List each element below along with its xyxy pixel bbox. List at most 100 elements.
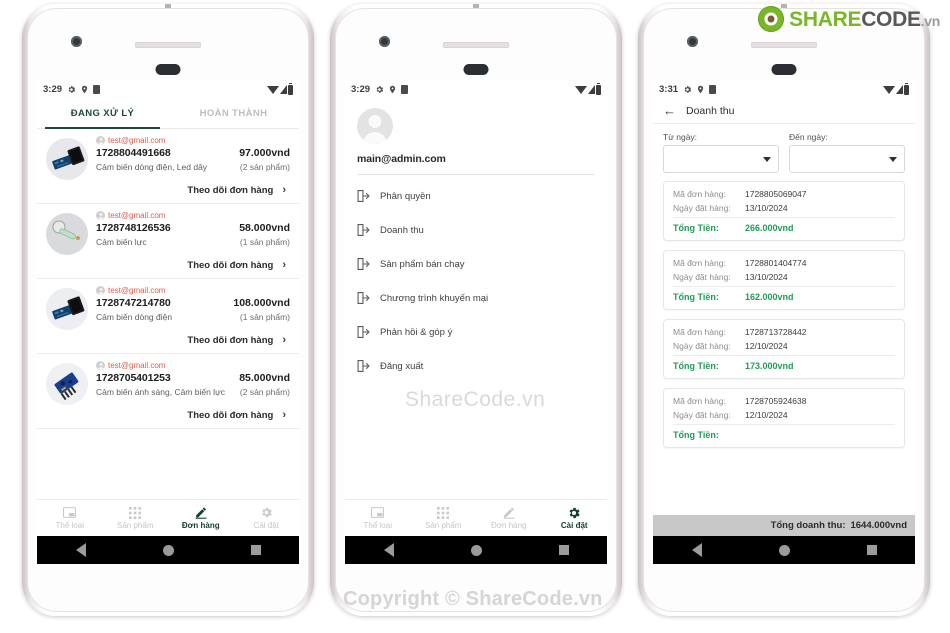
- order-card-top: test@gmail.com 1728804491668 97.000vnd C…: [46, 136, 290, 180]
- gear-icon: [260, 506, 273, 519]
- android-back-button[interactable]: [75, 543, 86, 557]
- order-card-body: test@gmail.com 1728804491668 97.000vnd C…: [96, 136, 290, 172]
- order-quantity: (1 sản phẩm): [239, 237, 290, 247]
- status-bar-time: 3:29: [43, 84, 63, 95]
- location-icon: [389, 85, 396, 94]
- menu-item-label: Đăng xuất: [380, 360, 424, 372]
- bottom-nav-the-loai[interactable]: Thể loại: [37, 500, 103, 536]
- android-navigation-bar: [37, 536, 299, 564]
- sim-icon: [401, 85, 409, 94]
- bottom-nav-label: Đơn hàng: [181, 521, 220, 530]
- screen-settings: 3:29 main@admin.com Phân quyền Doanh thu…: [345, 81, 607, 536]
- revenue-card[interactable]: Mã đơn hàng: 1728713728442 Ngày đặt hàng…: [663, 319, 905, 379]
- total-label: Tổng Tiền:: [673, 430, 719, 440]
- android-back-button[interactable]: [383, 543, 394, 557]
- menu-item-san-pham-ban-chay[interactable]: Sản phẩm bán chạy: [357, 247, 595, 281]
- track-order-button[interactable]: Theo dõi đơn hàng ›: [46, 405, 290, 424]
- sensor-oval: [771, 64, 797, 75]
- account-header: main@admin.com: [345, 98, 607, 175]
- bottom-nav-the-loai[interactable]: Thể loại: [345, 500, 411, 536]
- order-desc-qty-row: Cảm biến ánh sáng, Cảm biến lực (2 sản p…: [96, 387, 290, 397]
- track-order-button[interactable]: Theo dõi đơn hàng ›: [46, 180, 290, 199]
- total-label: Tổng Tiền:: [673, 223, 719, 233]
- to-date-select[interactable]: [789, 145, 905, 173]
- order-description: Cảm biến lực: [96, 237, 147, 247]
- email-text: test@gmail.com: [108, 361, 166, 370]
- track-order-button[interactable]: Theo dõi đơn hàng ›: [46, 330, 290, 349]
- track-order-button[interactable]: Theo dõi đơn hàng ›: [46, 255, 290, 274]
- order-quantity: (2 sản phẩm): [239, 162, 290, 172]
- status-bar: 3:29: [345, 81, 607, 98]
- order-price: 85.000vnd: [239, 372, 290, 384]
- revenue-order-date-row: Ngày đặt hàng: 13/10/2024: [673, 272, 895, 282]
- bottom-nav-san-pham[interactable]: Sản phẩm: [103, 500, 169, 536]
- android-recents-button[interactable]: [250, 545, 261, 555]
- bottom-nav-don-hang[interactable]: Đơn hàng: [168, 500, 234, 536]
- order-card-top: test@gmail.com 1728747214780 108.000vnd …: [46, 286, 290, 330]
- order-price: 97.000vnd: [239, 147, 290, 159]
- phone-body: 3:29 main@admin.com Phân quyền Doanh thu…: [335, 8, 617, 612]
- order-card[interactable]: test@gmail.com 1728705401253 85.000vnd C…: [37, 354, 299, 429]
- menu-item-dang-xuat[interactable]: Đăng xuất: [357, 349, 595, 383]
- signal-icon: [896, 85, 903, 94]
- revenue-order-id-row: Mã đơn hàng: 1728713728442: [673, 327, 895, 337]
- screen-orders: 3:29 ĐANG XỬ LÝ HOÀN THÀNH test@gmail.co…: [37, 81, 299, 536]
- order-customer-email: test@gmail.com: [96, 361, 290, 370]
- bottom-nav-label: Thể loại: [55, 521, 84, 530]
- order-list[interactable]: test@gmail.com 1728804491668 97.000vnd C…: [37, 129, 299, 517]
- tab-dang-xu-ly[interactable]: ĐANG XỬ LÝ: [37, 98, 168, 129]
- grid-icon: [129, 506, 142, 519]
- order-card-top: test@gmail.com 1728705401253 85.000vnd C…: [46, 361, 290, 405]
- revenue-card[interactable]: Mã đơn hàng: 1728705924638 Ngày đặt hàng…: [663, 388, 905, 448]
- android-home-button[interactable]: [778, 544, 790, 556]
- bottom-nav-don-hang[interactable]: Đơn hàng: [476, 500, 542, 536]
- exit-arrow-icon: [357, 190, 370, 202]
- order-card[interactable]: test@gmail.com 1728804491668 97.000vnd C…: [37, 129, 299, 204]
- revenue-card[interactable]: Mã đơn hàng: 1728805069047 Ngày đặt hàng…: [663, 181, 905, 241]
- tab-hoan-thanh[interactable]: HOÀN THÀNH: [168, 98, 299, 128]
- android-back-button[interactable]: [691, 543, 702, 557]
- back-arrow-icon[interactable]: ←: [663, 104, 676, 117]
- exit-arrow-icon: [357, 258, 370, 270]
- order-card[interactable]: test@gmail.com 1728747214780 108.000vnd …: [37, 279, 299, 354]
- exit-arrow-icon: [357, 360, 370, 372]
- bottom-nav-cai-dat[interactable]: Cài đặt: [542, 500, 608, 536]
- track-order-label: Theo dõi đơn hàng: [187, 185, 274, 196]
- from-date-select[interactable]: [663, 145, 779, 173]
- revenue-list[interactable]: Mã đơn hàng: 1728805069047 Ngày đặt hàng…: [653, 181, 915, 499]
- status-bar-right-icons: [883, 82, 909, 95]
- order-card[interactable]: test@gmail.com 1728748126536 58.000vnd C…: [37, 204, 299, 279]
- menu-item-phan-hoi-gop-y[interactable]: Phản hồi & góp ý: [357, 315, 595, 349]
- filter-label: Từ ngày:: [663, 132, 698, 142]
- android-home-button[interactable]: [470, 544, 482, 556]
- order-date-value: 13/10/2024: [745, 203, 788, 213]
- divider: [673, 286, 895, 287]
- person-icon: [96, 136, 105, 145]
- order-date-label: Ngày đặt hàng:: [673, 410, 731, 420]
- logo-share-text: SHARE: [789, 7, 862, 31]
- bottom-nav-san-pham[interactable]: Sản phẩm: [411, 500, 477, 536]
- order-card-body: test@gmail.com 1728747214780 108.000vnd …: [96, 286, 290, 322]
- menu-item-chuong-trinh-khuyen-mai[interactable]: Chương trình khuyến mại: [357, 281, 595, 315]
- phone-mockup-settings: 3:29 main@admin.com Phân quyền Doanh thu…: [330, 4, 622, 616]
- product-thumbnail: [46, 288, 88, 330]
- android-recents-button[interactable]: [558, 545, 569, 555]
- bottom-nav-cai-dat[interactable]: Cài đặt: [234, 500, 300, 536]
- bottom-nav-label: Cài đặt: [560, 521, 588, 530]
- order-description: Cảm biến dòng điện: [96, 312, 173, 322]
- order-status-tabs: ĐANG XỬ LÝ HOÀN THÀNH: [37, 98, 299, 129]
- earpiece-speaker: [135, 42, 201, 48]
- earpiece-speaker: [751, 42, 817, 48]
- chevron-right-icon: ›: [282, 259, 286, 271]
- order-id-price-row: 1728705401253 85.000vnd: [96, 372, 290, 384]
- android-home-button[interactable]: [162, 544, 174, 556]
- menu-item-label: Phản hồi & góp ý: [380, 326, 453, 338]
- android-recents-button[interactable]: [866, 545, 877, 555]
- product-thumbnail: [46, 213, 88, 255]
- revenue-card[interactable]: Mã đơn hàng: 1728801404774 Ngày đặt hàng…: [663, 250, 905, 310]
- order-description: Cảm biến ánh sáng, Cảm biến lực: [96, 387, 226, 397]
- menu-item-label: Phân quyền: [380, 190, 431, 202]
- menu-item-phan-quyen[interactable]: Phân quyền: [357, 179, 595, 213]
- wifi-icon: [267, 85, 279, 94]
- menu-item-doanh-thu[interactable]: Doanh thu: [357, 213, 595, 247]
